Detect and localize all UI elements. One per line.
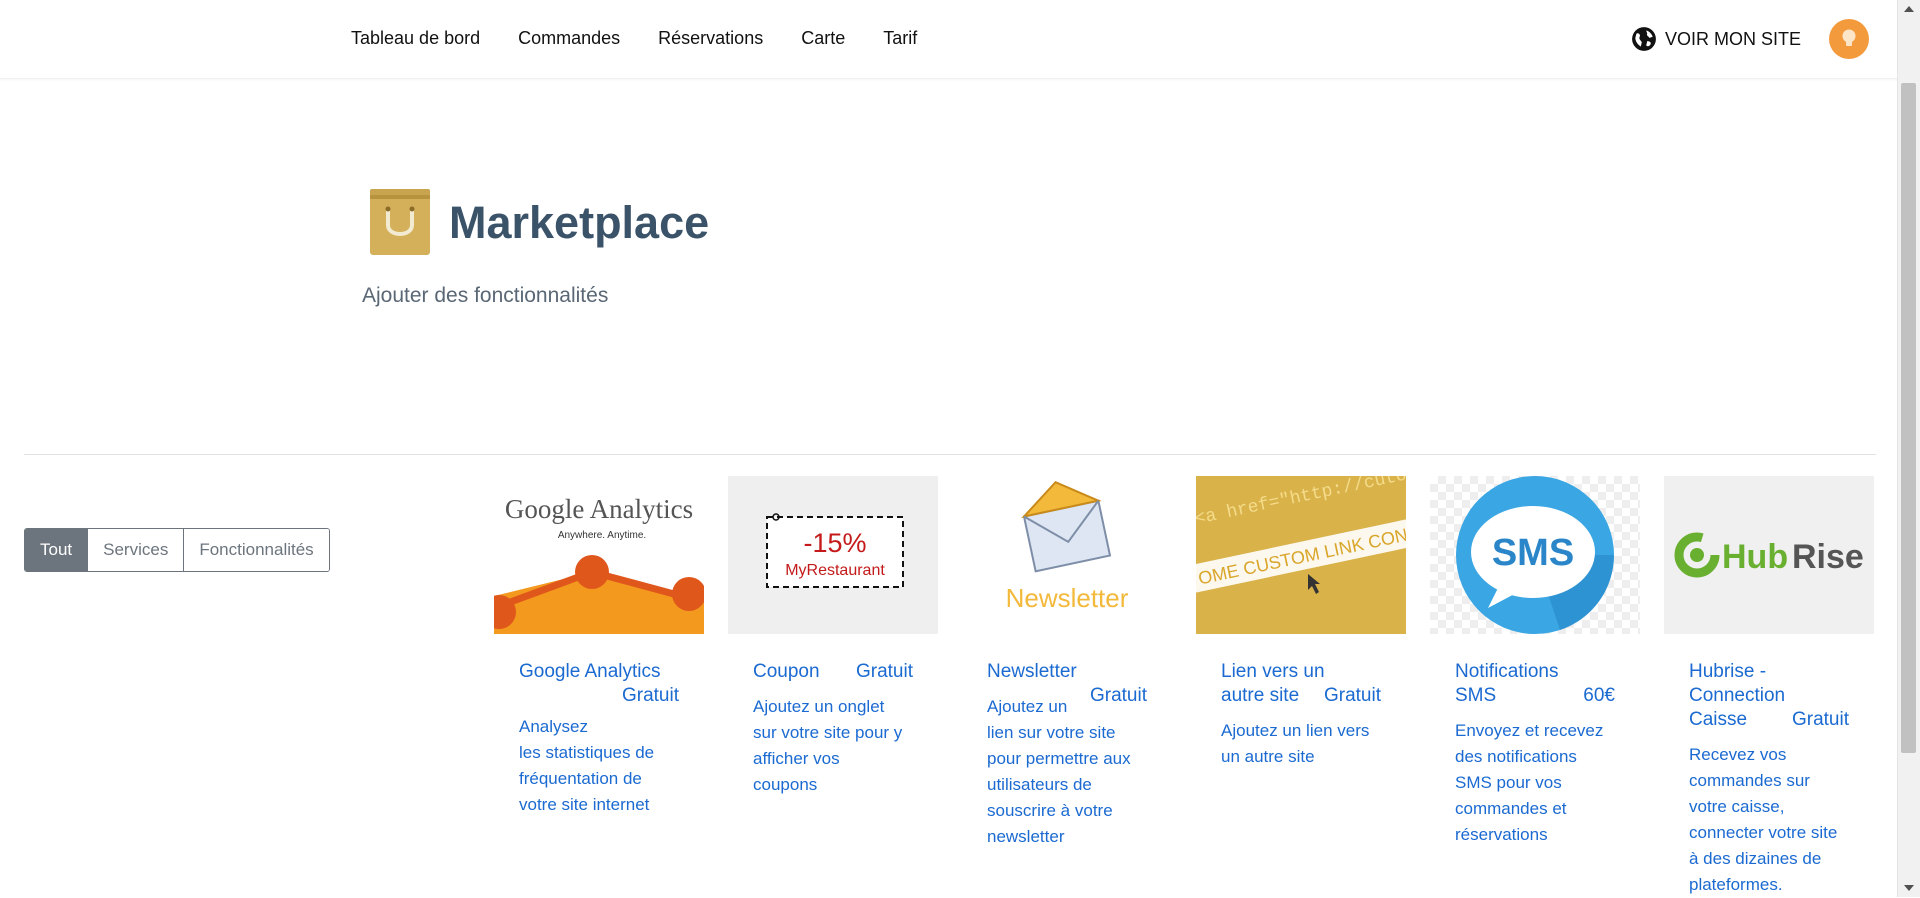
user-avatar[interactable] <box>1829 19 1869 59</box>
top-navbar: Tableau de bord Commandes Réservations C… <box>0 0 1898 79</box>
card-description: Envoyez et recevez des notifications SMS… <box>1455 721 1604 844</box>
filter-features-button[interactable]: Fonctionnalités <box>183 529 329 571</box>
svg-text:<a href="http://cutom.li: <a href="http://cutom.li <box>1196 476 1406 530</box>
svg-text:SMS: SMS <box>1492 532 1574 574</box>
card-info: Coupon Gratuit Ajoutez un onglet sur vot… <box>728 660 938 798</box>
hubrise-image: Hub Rise <box>1664 476 1874 634</box>
filter-all-button[interactable]: Tout <box>25 529 88 571</box>
scroll-up-arrow-icon[interactable] <box>1904 6 1914 12</box>
svg-text:Hub: Hub <box>1722 538 1788 576</box>
newsletter-image: Newsletter <box>962 476 1172 634</box>
card-price: Gratuit <box>1791 709 1849 730</box>
card-description: Ajoutez un onglet sur votre site pour y … <box>753 697 903 794</box>
sms-image: SMS <box>1430 476 1640 634</box>
svg-text:MyRestaurant: MyRestaurant <box>785 562 885 579</box>
svg-text:Anywhere. Anytime.: Anywhere. Anytime. <box>558 530 646 541</box>
page-title: Marketplace <box>449 197 710 248</box>
card-price: Gratuit <box>621 685 679 706</box>
svg-text:Google Analytics: Google Analytics <box>505 494 693 524</box>
card-title[interactable]: Newsletter <box>987 660 1147 684</box>
scroll-down-arrow-icon[interactable] <box>1904 885 1914 891</box>
main-nav: Tableau de bord Commandes Réservations C… <box>351 26 955 50</box>
card-coupon[interactable]: -15% MyRestaurant Coupon Gratuit Ajoutez… <box>728 476 938 798</box>
nav-menu[interactable]: Carte <box>801 26 845 50</box>
card-description: Ajoutez un lien vers un autre site <box>1221 721 1370 766</box>
lightbulb-icon <box>1842 29 1856 46</box>
card-description: Recevez vos commandes sur votre caisse, … <box>1689 745 1838 894</box>
nav-orders[interactable]: Commandes <box>518 26 620 50</box>
card-info: Hubrise - Connection Caisse Gratuit Rece… <box>1664 660 1874 898</box>
vertical-scrollbar[interactable] <box>1897 0 1920 897</box>
card-sms-notifications[interactable]: SMS Notifications SMS 60€ Envoyez et rec… <box>1430 476 1640 848</box>
card-hubrise[interactable]: Hub Rise Hubrise - Connection Caisse Gra… <box>1664 476 1874 898</box>
nav-reservations[interactable]: Réservations <box>658 26 763 50</box>
card-info: Newsletter Gratuit Ajoutez un lien sur v… <box>962 660 1172 850</box>
shopping-bag-icon <box>368 187 432 257</box>
card-custom-link[interactable]: <a href="http://cutom.li OME CUSTOM LINK… <box>1196 476 1406 770</box>
nav-pricing[interactable]: Tarif <box>883 26 917 50</box>
filter-services-button[interactable]: Services <box>87 529 184 571</box>
svg-text:Rise: Rise <box>1792 538 1864 576</box>
svg-text:-15%: -15% <box>803 528 866 558</box>
view-site-link[interactable]: VOIR MON SITE <box>1631 26 1801 52</box>
svg-text:OME CUSTOM LINK CONT: OME CUSTOM LINK CONT <box>1196 522 1406 588</box>
custom-link-image: <a href="http://cutom.li OME CUSTOM LINK… <box>1196 476 1406 634</box>
card-price: Gratuit <box>1089 685 1147 706</box>
scrollbar-thumb[interactable] <box>1901 83 1916 753</box>
svg-text:Newsletter: Newsletter <box>1006 583 1129 613</box>
card-newsletter[interactable]: Newsletter Newsletter Gratuit Ajoutez un… <box>962 476 1172 850</box>
card-info: Google Analytics Gratuit Analysez les st… <box>494 660 704 818</box>
card-price: Gratuit <box>1323 685 1381 706</box>
card-info: Notifications SMS 60€ Envoyez et recevez… <box>1430 660 1640 848</box>
globe-icon <box>1632 27 1656 51</box>
google-analytics-image: Google Analytics Anywhere. Anytime. <box>494 476 704 634</box>
filter-button-group: Tout Services Fonctionnalités <box>24 528 330 572</box>
card-google-analytics[interactable]: Google Analytics Anywhere. Anytime. Goog… <box>494 476 704 818</box>
section-divider <box>24 454 1876 455</box>
card-description: Analysez les statistiques de fréquentati… <box>519 717 655 814</box>
view-site-label: VOIR MON SITE <box>1665 28 1802 49</box>
card-title[interactable]: Google Analytics <box>519 660 679 684</box>
page-subtitle: Ajouter des fonctionnalités <box>362 284 609 307</box>
card-price: 60€ <box>1583 685 1615 706</box>
nav-dashboard[interactable]: Tableau de bord <box>351 26 480 50</box>
card-info: Lien vers un autre site Gratuit Ajoutez … <box>1196 660 1406 770</box>
card-description: Ajoutez un lien sur votre site pour perm… <box>987 697 1131 846</box>
card-price: Gratuit <box>855 661 913 682</box>
coupon-image: -15% MyRestaurant <box>728 476 938 634</box>
